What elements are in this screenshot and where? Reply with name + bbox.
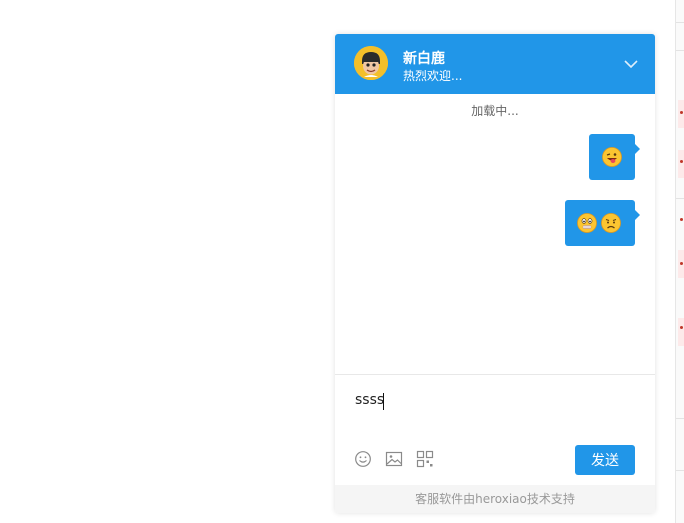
qr-code-icon[interactable] [416, 450, 434, 468]
background-highlight [678, 150, 684, 178]
grinning-tongue-emoji-icon [602, 147, 622, 167]
avatar [354, 46, 388, 80]
agent-status: 热烈欢迎... [403, 69, 463, 83]
frown-emoji-icon [601, 213, 621, 233]
background-dot [680, 111, 683, 114]
background-divider [676, 470, 684, 471]
send-button[interactable]: 发送 [575, 445, 635, 475]
background-divider [676, 50, 684, 51]
background-divider [676, 418, 684, 419]
image-icon[interactable] [385, 450, 403, 468]
background-divider [676, 198, 684, 199]
message-bubble [565, 200, 640, 246]
input-divider [335, 374, 655, 375]
background-highlight [678, 318, 684, 346]
background-highlight [678, 100, 684, 128]
smiley-icon[interactable] [354, 450, 372, 468]
background-dot [680, 160, 683, 163]
background-dot [680, 218, 683, 221]
background-divider [676, 22, 684, 23]
chat-widget: 新白鹿 热烈欢迎... 加载中... ssss 发送 客服软件由heroxiao… [335, 34, 655, 513]
message-input[interactable]: ssss [355, 392, 384, 408]
text-cursor [383, 393, 384, 410]
background-dot [680, 326, 683, 329]
message-bubble [589, 134, 640, 180]
chat-header: 新白鹿 热烈欢迎... [335, 34, 655, 94]
hush-emoji-icon [577, 213, 597, 233]
background-dot [680, 262, 683, 265]
loading-indicator: 加载中... [471, 104, 519, 118]
chevron-down-icon[interactable] [621, 56, 641, 72]
powered-by-footer: 客服软件由heroxiao技术支持 [335, 485, 655, 513]
message-list[interactable]: 加载中... [335, 94, 655, 374]
agent-name: 新白鹿 [403, 51, 445, 67]
